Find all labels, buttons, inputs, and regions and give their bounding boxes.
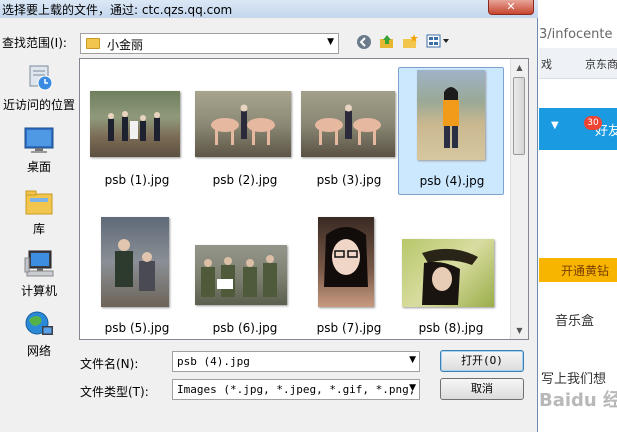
- network-icon: [24, 310, 54, 338]
- chevron-down-icon: ▼: [327, 37, 334, 47]
- scrollbar-thumb[interactable]: [513, 77, 525, 155]
- file-item-8[interactable]: psb (8).jpg: [398, 215, 504, 339]
- file-item-5[interactable]: psb (5).jpg: [84, 215, 190, 339]
- file-list: psb (1).jpg psb (2).jpg psb (3).jpg psb …: [79, 58, 529, 340]
- file-item-6[interactable]: psb (6).jpg: [192, 215, 298, 339]
- place-recent[interactable]: 近访问的位置: [0, 64, 78, 113]
- computer-icon: [24, 250, 54, 278]
- look-in-value: 小金丽: [107, 38, 144, 52]
- filetype-label: 文件类型(T):: [80, 385, 149, 399]
- notification-badge: 30: [584, 116, 602, 130]
- place-label: 计算机: [20, 284, 57, 298]
- file-name: psb (7).jpg: [316, 321, 382, 335]
- desktop-icon: [24, 126, 54, 154]
- filetype-dropdown[interactable]: Images (*.jpg, *.jpeg, *.gif, *.png, ▼: [172, 379, 420, 400]
- file-item-2[interactable]: psb (2).jpg: [192, 67, 298, 195]
- url-fragment: 3/infocente: [539, 27, 613, 42]
- scroll-up-icon[interactable]: ▲: [511, 59, 528, 76]
- folder-icon: [86, 38, 100, 49]
- place-label: 近访问的位置: [2, 98, 75, 112]
- place-network[interactable]: 网络: [0, 310, 78, 359]
- places-bar: 近访问的位置 桌面 库 计算机 网络: [0, 58, 78, 432]
- place-library[interactable]: 库: [0, 188, 78, 237]
- file-item-7[interactable]: psb (7).jpg: [296, 215, 402, 339]
- thumbnail-image: [417, 70, 485, 160]
- bookmark-item[interactable]: 京东商: [585, 56, 617, 72]
- bookmark-item[interactable]: 戏: [541, 56, 552, 72]
- filename-value: psb (4).jpg: [177, 355, 250, 368]
- file-name: psb (6).jpg: [212, 321, 278, 335]
- filename-label: 文件名(N):: [80, 357, 139, 371]
- view-menu-icon[interactable]: [425, 34, 451, 52]
- cancel-button[interactable]: 取消: [440, 378, 524, 400]
- new-folder-icon[interactable]: [401, 34, 419, 52]
- place-label: 桌面: [26, 160, 51, 174]
- library-icon: [24, 188, 54, 216]
- chevron-down-icon[interactable]: ▼: [409, 383, 416, 393]
- file-name: psb (4).jpg: [419, 174, 485, 188]
- qzone-nav-bar: ▼ 好友: [539, 108, 617, 150]
- background-browser: 3/infocente 戏 京东商 ▼ 好友 30 开通黄钻 音乐盒 写上我们想…: [539, 0, 617, 432]
- thumbnail-image: [318, 217, 374, 307]
- music-box-link[interactable]: 音乐盒: [555, 310, 594, 329]
- thumbnail-image: [301, 91, 395, 157]
- file-name: psb (3).jpg: [316, 173, 382, 187]
- file-name: psb (2).jpg: [212, 173, 278, 187]
- file-open-dialog: 选择要上载的文件，通过: ctc.qzs.qq.com ✕ 查找范围(I): 小…: [0, 0, 538, 432]
- thumbnail-image: [402, 239, 494, 307]
- file-name: psb (1).jpg: [104, 173, 170, 187]
- file-item-4[interactable]: psb (4).jpg: [398, 67, 504, 195]
- thumbnail-image: [90, 91, 180, 157]
- dialog-title: 选择要上载的文件，通过: ctc.qzs.qq.com: [2, 3, 233, 17]
- open-button[interactable]: 打开(O): [440, 350, 524, 372]
- file-name: psb (5).jpg: [104, 321, 170, 335]
- chevron-down-icon[interactable]: ▼: [551, 120, 559, 131]
- file-item-1[interactable]: psb (1).jpg: [84, 67, 190, 195]
- thumbnail-image: [195, 245, 287, 305]
- filename-input[interactable]: psb (4).jpg ▼: [172, 351, 420, 372]
- look-in-dropdown[interactable]: 小金丽 ▼: [80, 33, 339, 54]
- thumbnail-image: [195, 91, 291, 157]
- look-in-label: 查找范围(I):: [2, 36, 67, 50]
- place-computer[interactable]: 计算机: [0, 250, 78, 299]
- file-item-3[interactable]: psb (3).jpg: [296, 67, 402, 195]
- recent-places-icon: [24, 64, 54, 92]
- chevron-down-icon[interactable]: ▼: [409, 355, 416, 365]
- back-icon[interactable]: [355, 34, 373, 52]
- thumbnail-image: [101, 217, 169, 307]
- place-label: 库: [32, 222, 45, 236]
- status-prompt: 写上我们想: [541, 372, 607, 387]
- title-bar: 选择要上载的文件，通过: ctc.qzs.qq.com ✕: [0, 0, 538, 18]
- yellow-diamond-banner[interactable]: 开通黄钻: [539, 258, 617, 282]
- filetype-value: Images (*.jpg, *.jpeg, *.gif, *.png,: [177, 383, 416, 396]
- watermark-text: Baidu 经验: [539, 390, 617, 411]
- scroll-down-icon[interactable]: ▼: [511, 322, 528, 339]
- place-label: 网络: [26, 344, 51, 358]
- yellow-diamond-text: 开通黄钻: [561, 264, 610, 278]
- place-desktop[interactable]: 桌面: [0, 126, 78, 175]
- vertical-scrollbar[interactable]: ▲ ▼: [510, 59, 528, 339]
- up-folder-icon[interactable]: [378, 34, 396, 52]
- file-name: psb (8).jpg: [418, 321, 484, 335]
- close-button[interactable]: ✕: [488, 0, 534, 15]
